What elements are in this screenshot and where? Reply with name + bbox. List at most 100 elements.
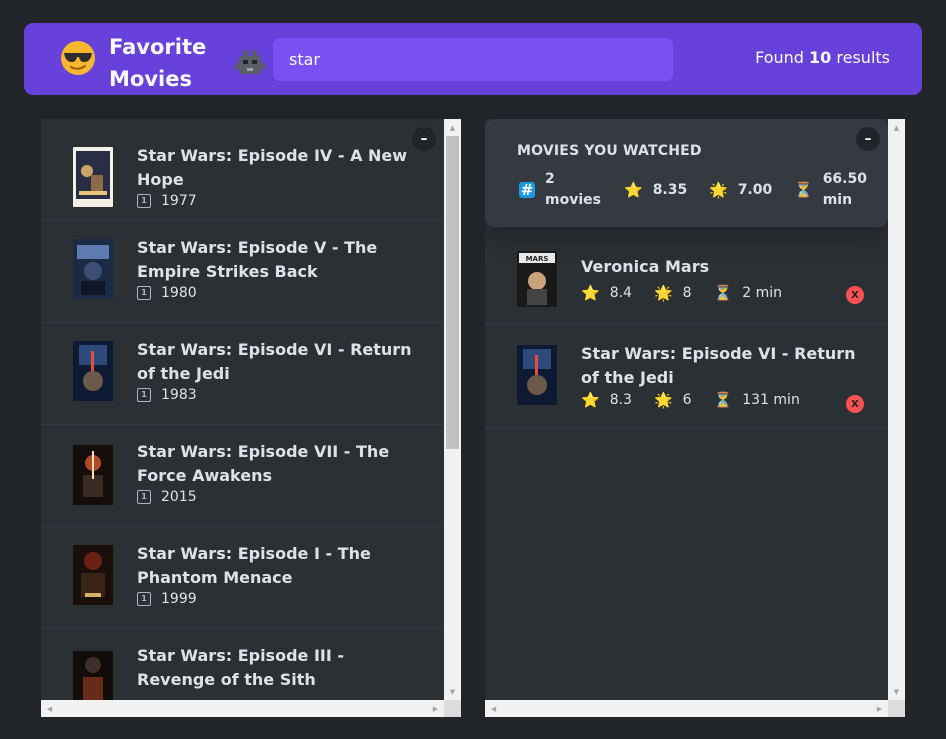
movie-poster	[73, 147, 113, 207]
runtime: ⏳ 131 min	[714, 391, 800, 409]
scroll-down-arrow-icon[interactable]: ▼	[888, 683, 905, 700]
summary-runtime: ⏳ 66.50 min	[794, 169, 871, 211]
scroll-down-arrow-icon[interactable]: ▼	[444, 683, 461, 700]
scrollbar-thumb[interactable]	[446, 136, 459, 449]
movie-list-item[interactable]: Star Wars: Episode I - The Phantom Menac…	[41, 527, 444, 629]
imdb-rating-value: 8.3	[609, 392, 632, 408]
calendar-icon: 1	[137, 490, 151, 504]
movie-title: Star Wars: Episode VI - Return of the Je…	[137, 340, 412, 383]
horizontal-scrollbar[interactable]: ◀ ▶	[485, 700, 888, 717]
movie-year-value: 1980	[161, 285, 197, 301]
watched-item: Star Wars: Episode VI - Return of the Je…	[485, 325, 888, 428]
scroll-up-arrow-icon[interactable]: ▲	[888, 119, 905, 136]
movie-title: Star Wars: Episode IV - A New Hope	[137, 146, 408, 189]
hourglass-icon: ⏳	[794, 180, 813, 199]
movie-year-value: 2015	[161, 489, 197, 505]
scroll-up-arrow-icon[interactable]: ▲	[444, 119, 461, 136]
movie-list-item[interactable]: Star Wars: Episode V - The Empire Strike…	[41, 221, 444, 323]
sun-icon: 🌟	[653, 391, 673, 409]
movie-title: Star Wars: Episode V - The Empire Strike…	[137, 238, 378, 281]
runtime-value: 2 min	[742, 285, 783, 301]
movie-title: Star Wars: Episode VII - The Force Awake…	[137, 442, 390, 485]
sunglasses-emoji-icon	[61, 41, 95, 75]
movie-title: Star Wars: Episode III - Revenge of the …	[137, 646, 345, 689]
runtime: ⏳ 2 min	[714, 284, 782, 302]
movie-year-value: 1977	[161, 193, 197, 209]
movie-year: 1 1983	[137, 387, 197, 403]
hourglass-icon: ⏳	[713, 284, 733, 302]
movie-list-item[interactable]: Star Wars: Episode VI - Return of the Je…	[41, 323, 444, 425]
movie-list-item[interactable]: Star Wars: Episode VII - The Force Awake…	[41, 425, 444, 527]
scroll-right-arrow-icon[interactable]: ▶	[871, 700, 888, 717]
collapse-button[interactable]: –	[412, 127, 436, 151]
collapse-button[interactable]: –	[856, 127, 880, 151]
imdb-rating: ⭐ 8.4	[581, 284, 632, 302]
movie-poster: MARS	[517, 251, 557, 307]
summary-imdb-value: 8.35	[652, 182, 688, 198]
watched-summary: MOVIES YOU WATCHED # 2 movies ⭐ 8.35 🌟 7…	[485, 119, 888, 227]
movie-list-item[interactable]: Star Wars: Episode III - Revenge of the …	[41, 629, 444, 700]
movie-list-item[interactable]: Star Wars: Episode IV - A New Hope 1 197…	[41, 119, 444, 221]
search-input[interactable]	[273, 38, 673, 81]
movie-year-value: 1999	[161, 591, 197, 607]
watched-item: MARS Veronica Mars ⭐ 8.4 🌟 8 ⏳ 2 min X	[485, 236, 888, 325]
user-rating-value: 6	[682, 392, 692, 408]
movie-poster	[517, 345, 557, 405]
imdb-rating-value: 8.4	[609, 285, 632, 301]
search-results-box: Star Wars: Episode IV - A New Hope 1 197…	[41, 119, 461, 717]
star-icon: ⭐	[624, 181, 643, 199]
scroll-right-arrow-icon[interactable]: ▶	[427, 700, 444, 717]
summary-user: 🌟 7.00	[709, 180, 772, 201]
movie-title: Star Wars: Episode I - The Phantom Menac…	[137, 544, 371, 587]
svg-text:MARS: MARS	[526, 255, 549, 263]
movie-year: 1 2015	[137, 489, 197, 505]
movie-year: 1 1977	[137, 193, 197, 209]
summary-count: # 2 movies	[519, 169, 609, 211]
navbar: Favorite Movies Found 10 results	[24, 23, 922, 95]
robot-icon	[235, 50, 265, 74]
scrollbar-corner	[888, 700, 905, 717]
scroll-left-arrow-icon[interactable]: ◀	[41, 700, 58, 717]
sun-icon: 🌟	[709, 181, 728, 199]
app-title: Favorite Movies	[109, 35, 207, 91]
scroll-left-arrow-icon[interactable]: ◀	[485, 700, 502, 717]
movie-title: Star Wars: Episode VI - Return of the Je…	[581, 344, 856, 387]
movie-year-value: 1983	[161, 387, 197, 403]
movie-list: Star Wars: Episode IV - A New Hope 1 197…	[41, 119, 444, 700]
watched-stats: ⭐ 8.4 🌟 8 ⏳ 2 min	[581, 284, 804, 302]
delete-button[interactable]: X	[846, 286, 864, 304]
movie-year: 1 1999	[137, 591, 197, 607]
results-suffix: results	[836, 48, 890, 67]
movie-poster	[73, 445, 113, 505]
user-rating: 🌟 6	[654, 391, 692, 409]
vertical-scrollbar[interactable]: ▲ ▼	[888, 119, 905, 700]
vertical-scrollbar[interactable]: ▲ ▼	[444, 119, 461, 700]
results-number: 10	[809, 48, 832, 67]
results-prefix: Found	[755, 48, 804, 67]
delete-button[interactable]: X	[846, 395, 864, 413]
runtime-value: 131 min	[742, 392, 800, 408]
calendar-icon: 1	[137, 194, 151, 208]
watched-box: MOVIES YOU WATCHED # 2 movies ⭐ 8.35 🌟 7…	[485, 119, 905, 717]
calendar-icon: 1	[137, 388, 151, 402]
star-icon: ⭐	[581, 284, 600, 302]
summary-runtime-value: 66.50 min	[822, 171, 867, 208]
movie-poster	[73, 239, 113, 299]
movie-poster	[73, 545, 113, 605]
summary-count-value: 2 movies	[545, 171, 601, 208]
star-icon: ⭐	[581, 391, 600, 409]
calendar-icon: 1	[137, 286, 151, 300]
movie-year: 1 1980	[137, 285, 197, 301]
movie-poster	[73, 651, 113, 700]
scrollbar-corner	[444, 700, 461, 717]
imdb-rating: ⭐ 8.3	[581, 391, 632, 409]
hourglass-icon: ⏳	[713, 391, 733, 409]
user-rating: 🌟 8	[654, 284, 692, 302]
summary-imdb: ⭐ 8.35	[624, 180, 687, 201]
user-rating-value: 8	[682, 285, 692, 301]
watched-list: MARS Veronica Mars ⭐ 8.4 🌟 8 ⏳ 2 min X Star…	[485, 236, 888, 428]
sun-icon: 🌟	[653, 284, 673, 302]
horizontal-scrollbar[interactable]: ◀ ▶	[41, 700, 444, 717]
hash-icon: #	[519, 181, 535, 199]
calendar-icon: 1	[137, 592, 151, 606]
